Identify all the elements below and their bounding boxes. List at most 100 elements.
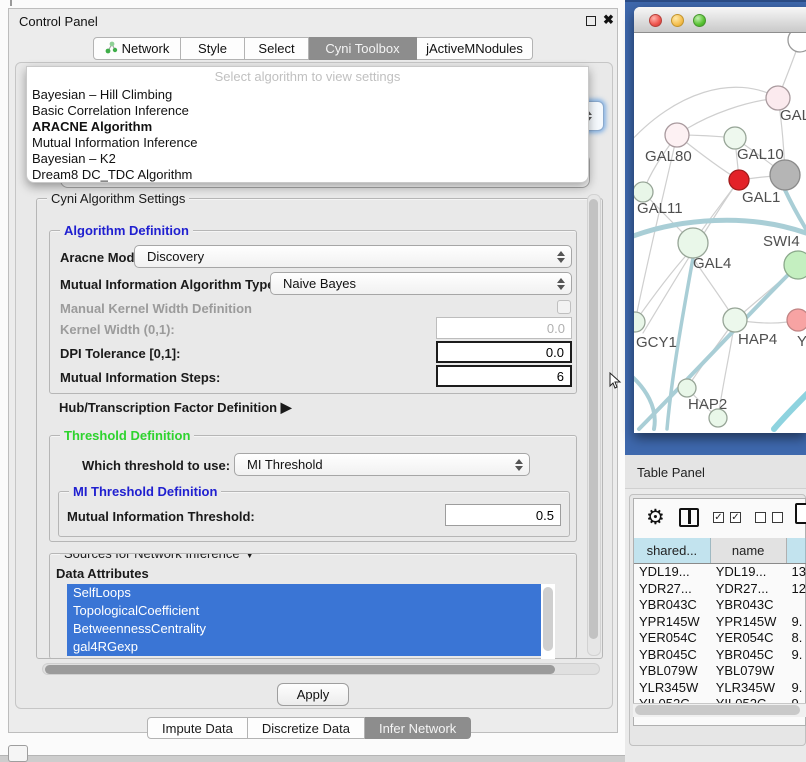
- which-threshold-value: MI Threshold: [247, 457, 323, 472]
- close-icon[interactable]: ✖: [603, 12, 614, 28]
- zoom-traffic-light-icon[interactable]: [693, 14, 706, 27]
- table-row[interactable]: YLR345WYLR345W9.: [634, 680, 806, 697]
- bottom-tab-bar: Impute DataDiscretize DataInfer Network: [147, 717, 471, 739]
- network-node-hap2[interactable]: [678, 379, 696, 397]
- network-node-y[interactable]: [787, 309, 806, 331]
- network-node[interactable]: [788, 33, 806, 52]
- document-icon[interactable]: [795, 503, 806, 524]
- column-layout-icon[interactable]: [679, 508, 699, 527]
- table-row[interactable]: YBL079WYBL079W: [634, 663, 806, 680]
- tab-label: Cyni Toolbox: [325, 41, 399, 56]
- manual-kernel-label: Manual Kernel Width Definition: [60, 301, 252, 316]
- table-cell: [786, 597, 806, 614]
- network-edge[interactable]: [634, 87, 778, 143]
- table-row[interactable]: YBR045CYBR045C9.: [634, 647, 806, 664]
- mi-threshold-field[interactable]: [445, 504, 561, 526]
- network-node[interactable]: [770, 160, 800, 190]
- collapse-down-icon[interactable]: ▼: [243, 553, 256, 561]
- table-row[interactable]: YDL19...YDL19...13: [634, 564, 806, 581]
- minimize-traffic-light-icon[interactable]: [671, 14, 684, 27]
- algorithm-dropdown-list: Select algorithm to view settings Bayesi…: [26, 66, 589, 183]
- sources-title[interactable]: Sources for Network Inference ▼: [60, 553, 260, 561]
- tab-style[interactable]: Style: [181, 37, 245, 60]
- network-node-gal11[interactable]: [634, 182, 653, 202]
- combo-arrows-icon: [557, 278, 565, 290]
- node-label-y: Y: [797, 333, 806, 350]
- attributes-scrollbar-thumb[interactable]: [543, 587, 553, 651]
- attribute-item-betweennesscentrality[interactable]: BetweennessCentrality: [67, 620, 555, 638]
- algorithm-option-mutual-information-inference[interactable]: Mutual Information Inference: [27, 135, 588, 151]
- kernel-width-field[interactable]: [436, 317, 572, 339]
- select-all-checkbox-icon[interactable]: ✓: [713, 512, 724, 523]
- settings-hscroll-thumb[interactable]: [45, 665, 555, 674]
- table-row[interactable]: YPR145WYPR145W9.: [634, 614, 806, 631]
- settings-horizontal-scrollbar[interactable]: [42, 663, 600, 675]
- table-row[interactable]: YBR043CYBR043C: [634, 597, 806, 614]
- network-canvas[interactable]: GALGAL80GAL10GAL1GAL11SWI4GAL4GCY1HAP4YH…: [634, 33, 806, 433]
- attributes-scrollbar[interactable]: [541, 584, 555, 659]
- tab-label: Style: [198, 41, 227, 56]
- algorithm-option-aracne-algorithm[interactable]: ARACNE Algorithm: [27, 119, 588, 135]
- tab-label: Select: [258, 41, 294, 56]
- table-cell: YBR043C: [711, 597, 787, 614]
- tab-jactivemnodules[interactable]: jActiveMNodules: [417, 37, 533, 60]
- algorithm-option-bayesian-hill-climbing[interactable]: Bayesian – Hill Climbing: [27, 87, 588, 103]
- algorithm-option-bayesian-k2[interactable]: Bayesian – K2: [27, 151, 588, 167]
- table-row[interactable]: YIL052CYIL052C9: [634, 696, 806, 703]
- column-header-name[interactable]: name: [711, 538, 787, 563]
- table-row[interactable]: YER054CYER054C8.: [634, 630, 806, 647]
- data-attributes-list[interactable]: SelfLoopsTopologicalCoefficientBetweenne…: [67, 584, 555, 659]
- attribute-item-topologicalcoefficient[interactable]: TopologicalCoefficient: [67, 602, 555, 620]
- tab-cyni-toolbox[interactable]: Cyni Toolbox: [309, 37, 417, 60]
- table-hscroll-thumb[interactable]: [635, 705, 800, 715]
- column-header-shared[interactable]: shared...: [634, 538, 711, 563]
- network-edge[interactable]: [785, 190, 806, 229]
- deselect-all-checkbox-icon[interactable]: [755, 512, 766, 523]
- node-attribute-table[interactable]: shared...name YDL19...YDL19...13YDR27...…: [634, 538, 806, 703]
- tab-select[interactable]: Select: [245, 37, 309, 60]
- network-node-gal80[interactable]: [665, 123, 689, 147]
- table-settings-gear-icon[interactable]: ⚙: [646, 505, 665, 530]
- which-threshold-combo[interactable]: MI Threshold: [234, 453, 530, 476]
- bottom-tab-discretize-data[interactable]: Discretize Data: [248, 717, 365, 739]
- close-traffic-light-icon[interactable]: [649, 14, 662, 27]
- expand-right-icon[interactable]: ▶: [281, 399, 292, 415]
- hub-definition-label[interactable]: Hub/Transcription Factor Definition ▶: [59, 399, 292, 416]
- network-edge[interactable]: [634, 373, 655, 429]
- attribute-item-selfloops[interactable]: SelfLoops: [67, 584, 555, 602]
- table-row[interactable]: YDR27...YDR27...12: [634, 581, 806, 598]
- node-label-gal10: GAL10: [737, 146, 784, 163]
- settings-vscroll-thumb[interactable]: [589, 199, 598, 639]
- attribute-item-gal4rgexp[interactable]: gal4RGexp: [67, 638, 555, 656]
- minimized-panel-icon[interactable]: [8, 745, 28, 762]
- mi-type-combo[interactable]: Naive Bayes: [270, 272, 572, 295]
- mi-steps-field[interactable]: [436, 365, 572, 387]
- network-node-gcy1[interactable]: [634, 312, 645, 332]
- network-node-hap4[interactable]: [723, 308, 747, 332]
- table-panel-header: Table Panel: [625, 455, 806, 489]
- aracne-mode-combo[interactable]: Discovery: [134, 245, 572, 268]
- dpi-tolerance-field[interactable]: [436, 341, 572, 363]
- network-edge[interactable]: [774, 391, 806, 429]
- network-window-titlebar[interactable]: [634, 7, 806, 33]
- float-window-icon[interactable]: [586, 16, 596, 26]
- bottom-tab-infer-network[interactable]: Infer Network: [365, 717, 471, 739]
- settings-vertical-scrollbar[interactable]: [587, 194, 601, 656]
- select-all-checkbox-icon-2[interactable]: ✓: [730, 512, 741, 523]
- algorithm-option-basic-correlation-inference[interactable]: Basic Correlation Inference: [27, 103, 588, 119]
- algorithm-definition-title: Algorithm Definition: [60, 223, 193, 238]
- column-header-col2[interactable]: [787, 538, 806, 563]
- network-node[interactable]: [709, 409, 727, 427]
- network-node-swi4[interactable]: [784, 251, 806, 279]
- bottom-tab-impute-data[interactable]: Impute Data: [147, 717, 248, 739]
- tab-label: jActiveMNodules: [426, 41, 523, 56]
- mi-type-value: Naive Bayes: [283, 276, 356, 291]
- network-node-gal4[interactable]: [678, 228, 708, 258]
- network-node-gal1[interactable]: [729, 170, 749, 190]
- deselect-all-checkbox-icon-2[interactable]: [772, 512, 783, 523]
- apply-button[interactable]: Apply: [277, 683, 349, 706]
- algorithm-option-dream8-dc-tdc-algorithm[interactable]: Dream8 DC_TDC Algorithm: [27, 167, 588, 183]
- manual-kernel-checkbox[interactable]: [557, 300, 571, 314]
- tab-network[interactable]: Network: [93, 37, 181, 60]
- top-left-tick: [10, 0, 12, 6]
